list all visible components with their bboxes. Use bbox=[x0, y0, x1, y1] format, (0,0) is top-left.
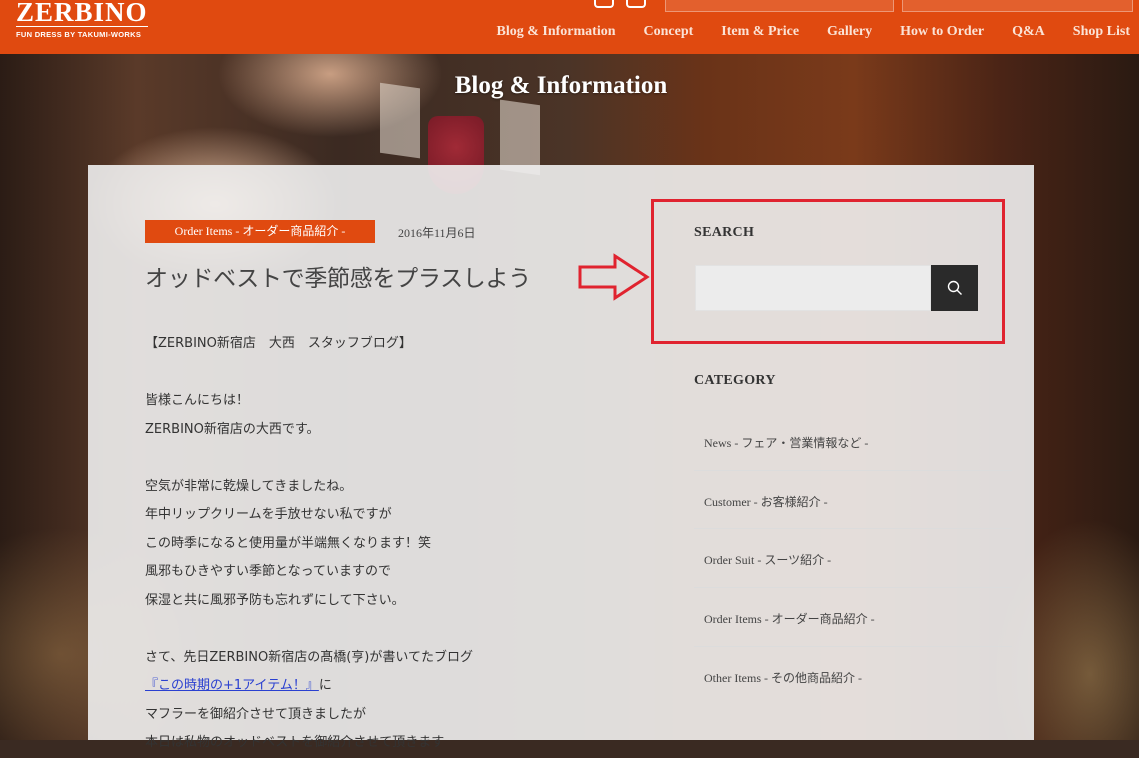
post-body: 【ZERBINO新宿店 大西 スタッフブログ】 皆様こんにちは！ ZERBINO… bbox=[145, 330, 565, 758]
post-byline: 【ZERBINO新宿店 大西 スタッフブログ】 bbox=[145, 336, 412, 351]
nav-concept[interactable]: Concept bbox=[644, 24, 694, 40]
annotation-arrow-icon bbox=[578, 253, 650, 301]
post-text-line: マフラーを御紹介させて頂きましたが bbox=[145, 706, 367, 722]
logo[interactable]: ZERBINO FUN DRESS BY TAKUMI-WORKS bbox=[16, 0, 148, 39]
header-utility-box[interactable] bbox=[665, 0, 894, 12]
nav-item-price[interactable]: Item & Price bbox=[721, 24, 799, 40]
facebook-icon[interactable] bbox=[594, 0, 614, 8]
post-text-line: 空気が非常に乾燥してきましたね。 bbox=[145, 478, 353, 494]
category-item-other-items[interactable]: Other Items - その他商品紹介 - bbox=[694, 647, 1012, 706]
logo-tagline: FUN DRESS BY TAKUMI-WORKS bbox=[16, 30, 142, 39]
instagram-icon[interactable] bbox=[626, 0, 646, 8]
post-title[interactable]: オッドベストで季節感をプラスしよう bbox=[145, 259, 531, 293]
category-list: News - フェア・営業情報など - Customer - お客様紹介 - O… bbox=[694, 412, 1012, 705]
social-links bbox=[594, 0, 646, 8]
post-text-fragment: に bbox=[318, 678, 332, 693]
category-heading: CATEGORY bbox=[694, 373, 776, 388]
post-text-line: 保湿と共に風邪予防も忘れずにして下さい。 bbox=[145, 592, 405, 608]
nav-qa[interactable]: Q&A bbox=[1012, 24, 1045, 40]
post-text-line: さて、先日ZERBINO新宿店の髙橋(亨)が書いてたブログ bbox=[145, 649, 473, 665]
nav-gallery[interactable]: Gallery bbox=[827, 24, 872, 40]
header-utility-box[interactable] bbox=[902, 0, 1133, 12]
category-item-order-suit[interactable]: Order Suit - スーツ紹介 - bbox=[694, 529, 1012, 589]
post-category-badge[interactable]: Order Items - オーダー商品紹介 - bbox=[145, 220, 375, 243]
category-item-customer[interactable]: Customer - お客様紹介 - bbox=[694, 471, 1012, 530]
search-input[interactable] bbox=[695, 265, 931, 311]
search-icon bbox=[947, 280, 962, 295]
post-text-line: 『この時期の+1アイテム！』に bbox=[145, 672, 565, 701]
search-heading: SEARCH bbox=[694, 225, 755, 240]
category-item-news[interactable]: News - フェア・営業情報など - bbox=[694, 412, 1012, 471]
post-text-line: 年中リップクリームを手放せない私ですが bbox=[145, 507, 392, 522]
main-nav: Blog & Information Concept Item & Price … bbox=[497, 24, 1130, 40]
category-item-order-items[interactable]: Order Items - オーダー商品紹介 - bbox=[694, 588, 1012, 647]
nav-shop-list[interactable]: Shop List bbox=[1073, 24, 1130, 40]
page-title: Blog & Information bbox=[454, 72, 668, 99]
post-inline-link[interactable]: 『この時期の+1アイテム！』 bbox=[145, 678, 319, 693]
post-text-line: 風邪もひきやすい季節となっていますので bbox=[145, 564, 391, 579]
post-text-line: この時季になると使用量が半端無くなります！笑 bbox=[145, 535, 432, 551]
post-text-line: 本日は私物のオッドベストを御紹介させて頂きます bbox=[145, 735, 445, 750]
nav-how-to-order[interactable]: How to Order bbox=[900, 24, 984, 40]
logo-name: ZERBINO bbox=[16, 0, 148, 27]
post-text-line: ZERBINO新宿店の大西です。 bbox=[145, 421, 320, 437]
post-text-line: 皆様こんにちは！ bbox=[145, 393, 250, 408]
search-button[interactable] bbox=[931, 265, 978, 311]
post-date: 2016年11月6日 bbox=[398, 226, 476, 240]
nav-blog-information[interactable]: Blog & Information bbox=[497, 24, 616, 40]
site-header: ZERBINO FUN DRESS BY TAKUMI-WORKS Blog &… bbox=[0, 0, 1139, 54]
